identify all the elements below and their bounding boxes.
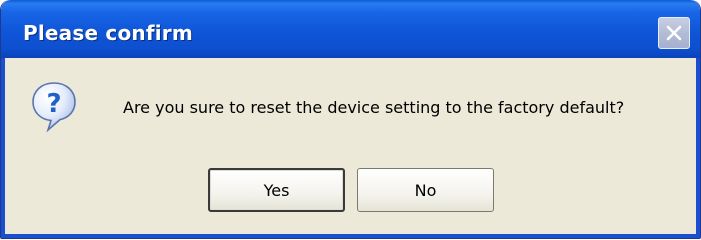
yes-button[interactable]: Yes <box>208 168 345 212</box>
confirm-message: Are you sure to reset the device setting… <box>123 98 625 117</box>
close-button[interactable] <box>658 17 690 49</box>
no-button[interactable]: No <box>357 168 494 212</box>
confirm-dialog: Please confirm ? Are you sure to reset t… <box>0 0 701 239</box>
window-frame-right <box>696 58 700 238</box>
dialog-title: Please confirm <box>23 21 193 45</box>
window-frame-bottom <box>1 234 700 238</box>
dialog-body: ? Are you sure to reset the device setti… <box>5 58 696 234</box>
title-bar[interactable]: Please confirm <box>1 0 700 58</box>
question-icon: ? <box>32 82 76 133</box>
svg-text:?: ? <box>46 89 61 119</box>
close-icon <box>666 25 682 41</box>
